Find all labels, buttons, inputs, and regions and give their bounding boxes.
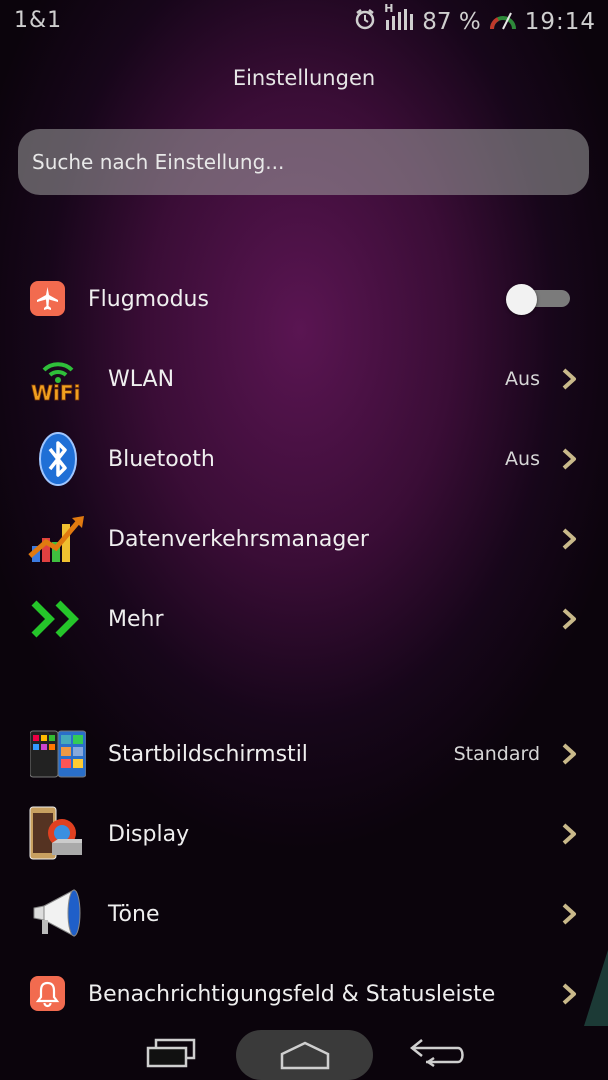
home-style-icon [29,729,87,783]
chevron-right-icon [560,447,578,471]
settings-row-wlan[interactable]: WiFi WLAN Aus [0,344,608,414]
wlan-value: Aus [505,368,540,390]
navigation-bar [0,1022,608,1080]
home-icon [278,1040,332,1074]
bluetooth-icon [38,431,78,491]
flugmodus-toggle[interactable] [506,284,572,315]
signal-icon: H [384,2,414,38]
chevron-right-icon [560,982,578,1006]
search-placeholder: Suche nach Einstellung... [32,150,285,174]
home-button[interactable] [236,1030,373,1080]
page-title: Einstellungen [232,66,376,90]
svg-text:WiFi: WiFi [31,381,80,404]
toene-label: Töne [108,901,160,927]
settings-row-datenverkehrsmanager[interactable]: Datenverkehrsmanager [0,504,608,574]
bluetooth-value: Aus [505,448,540,470]
settings-row-benachrichtigungen[interactable]: Benachrichtigungsfeld & Statusleiste [0,959,608,1029]
benachrichtigungen-label: Benachrichtigungsfeld & Statusleiste [88,981,496,1007]
battery-percent: 87 % [422,9,481,35]
clock: 19:14 [524,9,596,35]
chevron-right-icon [560,607,578,631]
settings-row-bluetooth[interactable]: Bluetooth Aus [0,424,608,494]
toggle-knob [506,284,537,315]
wifi-icon: WiFi [30,354,86,408]
settings-row-startbildschirmstil[interactable]: Startbildschirmstil Standard [0,719,608,789]
startbildschirmstil-value: Standard [453,743,540,765]
flugmodus-label: Flugmodus [88,286,209,312]
settings-row-toene[interactable]: Töne [0,879,608,949]
wlan-label: WLAN [108,366,175,392]
double-chevron-icon [30,599,84,643]
status-bar: 1&1 H 87 % 19:14 [0,0,608,42]
back-icon[interactable] [408,1036,468,1074]
network-type-label: H [384,2,394,15]
airplane-icon [30,281,65,320]
chevron-right-icon [560,822,578,846]
status-icons: H 87 % 19:14 [354,2,596,38]
display-label: Display [108,821,190,847]
megaphone-icon [30,886,84,944]
chevron-right-icon [560,902,578,926]
data-chart-icon [28,512,86,570]
recent-apps-icon[interactable] [144,1038,198,1072]
corner-decoration [584,950,608,1026]
alarm-icon [354,8,376,36]
mehr-label: Mehr [108,606,164,632]
carrier-label: 1&1 [14,8,63,33]
settings-row-flugmodus[interactable]: Flugmodus [0,264,608,334]
settings-row-display[interactable]: Display [0,799,608,869]
bell-icon [30,976,65,1015]
search-input[interactable]: Suche nach Einstellung... [18,129,589,195]
chevron-right-icon [560,742,578,766]
startbildschirmstil-label: Startbildschirmstil [108,741,308,767]
chevron-right-icon [560,527,578,551]
bluetooth-label: Bluetooth [108,446,215,472]
speedometer-icon [489,7,517,37]
display-icon [28,805,86,865]
chevron-right-icon [560,367,578,391]
datenverkehrsmanager-label: Datenverkehrsmanager [108,526,369,552]
settings-row-mehr[interactable]: Mehr [0,584,608,654]
